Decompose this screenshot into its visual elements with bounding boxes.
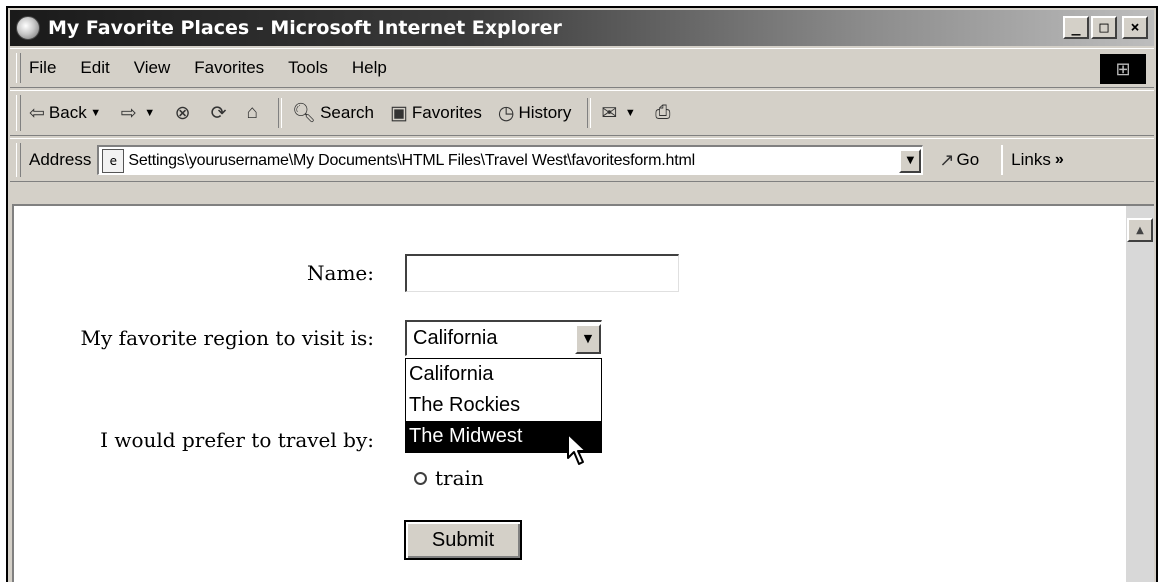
history-icon: ◷ xyxy=(497,102,515,124)
toolbar-separator xyxy=(277,98,282,128)
home-button[interactable]: ⌂ xyxy=(246,102,261,124)
go-button[interactable]: ↗ Go xyxy=(939,150,979,171)
window-controls: _ □ × xyxy=(1063,16,1148,39)
address-url[interactable]: Settings\yourusername\My Documents\HTML … xyxy=(128,152,899,170)
menu-view[interactable]: View xyxy=(134,58,171,78)
home-icon: ⌂ xyxy=(246,102,258,123)
menu-help[interactable]: Help xyxy=(352,58,387,78)
title-bar: My Favorite Places - Microsoft Internet … xyxy=(10,10,1154,46)
favorites-icon: ▣ xyxy=(389,102,408,124)
maximize-button[interactable]: □ xyxy=(1091,16,1117,39)
back-button[interactable]: ⇦ Back ▼ xyxy=(29,102,105,125)
train-label: train xyxy=(435,466,484,490)
address-dropdown-button[interactable]: ▼ xyxy=(899,148,922,173)
mail-icon: ✉ xyxy=(601,102,618,124)
menubar-grip[interactable] xyxy=(16,52,21,84)
back-arrow-icon: ⇦ xyxy=(29,102,45,124)
page-icon: e xyxy=(102,148,125,173)
browser-window: My Favorite Places - Microsoft Internet … xyxy=(6,6,1158,582)
favorites-label: Favorites xyxy=(411,103,482,122)
forward-arrow-icon: ⇨ xyxy=(120,102,137,124)
toolbar-grip[interactable] xyxy=(16,95,21,131)
stop-icon: ⊗ xyxy=(174,102,191,124)
minimize-button[interactable]: _ xyxy=(1063,16,1089,39)
close-button[interactable]: × xyxy=(1122,16,1148,39)
region-select-arrow[interactable]: ▼ xyxy=(575,323,601,354)
name-input[interactable] xyxy=(405,254,679,292)
chevron-down-icon[interactable]: ▼ xyxy=(87,104,105,122)
mail-button[interactable]: ✉ ▼ xyxy=(601,102,639,125)
windows-logo-icon: ⊞ xyxy=(1100,54,1146,84)
region-selected-value: California xyxy=(413,327,498,349)
links-label: Links xyxy=(1011,150,1051,169)
menu-bar: File Edit View Favorites Tools Help ⊞ xyxy=(10,48,1154,88)
forward-button[interactable]: ⇨ ▼ xyxy=(121,102,159,125)
go-arrow-icon: ↗ xyxy=(939,149,955,170)
train-radio-button[interactable] xyxy=(414,471,427,485)
search-button[interactable]: 🔍︎ Search xyxy=(292,101,374,125)
menu-tools[interactable]: Tools xyxy=(288,58,328,78)
refresh-button[interactable]: ⟳ xyxy=(211,102,231,125)
travel-option-train[interactable]: train xyxy=(414,466,484,490)
window-title: My Favorite Places - Microsoft Internet … xyxy=(48,17,562,39)
print-button[interactable]: ⎙ xyxy=(655,102,674,124)
history-button[interactable]: ◷ History xyxy=(498,102,572,125)
address-input[interactable]: e Settings\yourusername\My Documents\HTM… xyxy=(97,145,924,175)
address-label: Address xyxy=(29,150,92,169)
chevron-down-icon[interactable]: ▼ xyxy=(141,104,159,122)
region-option-rockies[interactable]: The Rockies xyxy=(406,390,601,421)
stop-button[interactable]: ⊗ xyxy=(175,102,195,125)
address-bar: Address e Settings\yourusername\My Docum… xyxy=(10,138,1154,182)
menu-favorites[interactable]: Favorites xyxy=(194,58,264,78)
scroll-up-button[interactable]: ▲ xyxy=(1127,218,1153,242)
links-button[interactable]: Links » xyxy=(1001,145,1064,175)
region-select[interactable]: California ▼ xyxy=(405,320,602,356)
chevron-right-icon: » xyxy=(1054,151,1064,168)
region-label: My favorite region to visit is: xyxy=(80,326,374,350)
submit-button[interactable]: Submit xyxy=(404,520,522,560)
go-label: Go xyxy=(956,150,980,169)
standard-toolbar: ⇦ Back ▼ ⇨ ▼ ⊗ ⟳ ⌂ 🔍︎ Search ▣ Favorites… xyxy=(10,90,1154,136)
toolbar-separator xyxy=(587,98,592,128)
vertical-scrollbar[interactable]: ▲ xyxy=(1126,206,1154,582)
search-label: Search xyxy=(320,103,374,122)
chevron-down-icon[interactable]: ▼ xyxy=(621,104,639,122)
region-option-california[interactable]: California xyxy=(406,359,601,390)
page-content: ▲ Name: My favorite region to visit is: … xyxy=(12,204,1154,582)
favorites-button[interactable]: ▣ Favorites xyxy=(390,102,482,125)
search-icon: 🔍︎ xyxy=(291,103,317,124)
mouse-pointer-icon xyxy=(567,433,587,465)
internet-explorer-icon xyxy=(16,16,40,40)
menu-file[interactable]: File xyxy=(29,58,56,78)
name-label: Name: xyxy=(307,261,374,285)
addressbar-grip[interactable] xyxy=(16,143,21,177)
back-label: Back xyxy=(48,103,87,122)
printer-icon: ⎙ xyxy=(655,102,671,123)
history-label: History xyxy=(518,103,572,122)
travel-label: I would prefer to travel by: xyxy=(100,428,374,452)
menu-edit[interactable]: Edit xyxy=(80,58,109,78)
refresh-icon: ⟳ xyxy=(210,102,227,124)
